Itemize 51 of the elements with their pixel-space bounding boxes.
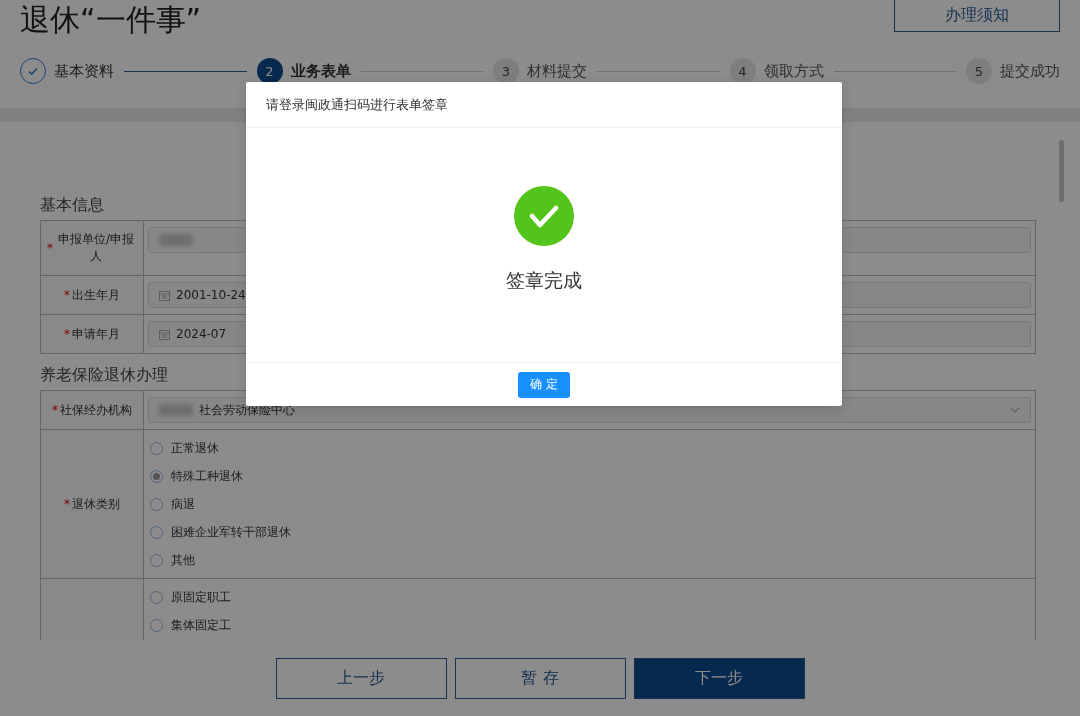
footer-button[interactable]: 上一步 [275, 657, 447, 699]
step-number: 2 [256, 58, 283, 84]
radio-button[interactable] [150, 618, 163, 632]
step-label: 材料提交 [527, 61, 587, 81]
field-label: 申请年月 [72, 325, 120, 343]
step-number: 3 [493, 58, 519, 84]
notice-button[interactable]: 办理须知 [894, 0, 1060, 32]
section-title: 基本信息 [40, 194, 104, 216]
chevron-down-icon [1010, 407, 1020, 413]
radio-button[interactable] [150, 525, 163, 539]
success-message: 签章完成 [506, 268, 582, 293]
required-marker: * [64, 288, 70, 302]
redacted-block [159, 234, 193, 246]
radio-button[interactable] [150, 553, 163, 567]
radio-button[interactable] [150, 497, 163, 511]
required-marker: * [64, 327, 70, 341]
required-marker: * [52, 403, 58, 417]
radio-label: 集体固定工 [171, 616, 231, 634]
radio-label: 原固定职工 [171, 588, 231, 606]
required-marker: * [47, 241, 53, 255]
radio-button[interactable] [150, 469, 163, 483]
required-marker: * [64, 497, 70, 511]
calendar-icon [159, 289, 170, 301]
success-check-icon [514, 186, 574, 246]
radio-label: 正常退休 [171, 439, 219, 457]
step-label: 提交成功 [1000, 61, 1060, 81]
modal-title: 请登录闽政通扫码进行表单签章 [266, 95, 448, 114]
field-label: 出生年月 [72, 286, 120, 304]
field-label: 申报单位/申报人 [56, 231, 135, 265]
footer-button[interactable]: 下一步 [633, 657, 805, 699]
field-label: 退休类别 [72, 495, 120, 513]
redacted-block [159, 404, 193, 416]
radio-label: 困难企业军转干部退休 [171, 523, 291, 541]
confirm-button[interactable]: 确 定 [518, 371, 570, 398]
calendar-icon [159, 328, 170, 340]
radio-button[interactable] [150, 590, 163, 604]
section-title: 养老保险退休办理 [40, 364, 168, 386]
radio-button[interactable] [150, 441, 163, 455]
footer-button[interactable]: 暂 存 [454, 657, 626, 699]
page-title: 退休“一件事” [20, 1, 202, 39]
field-label: 社保经办机构 [60, 401, 132, 419]
radio-label: 特殊工种退休 [171, 467, 243, 485]
step-label: 业务表单 [290, 61, 351, 81]
step-number: 4 [729, 58, 756, 84]
step-label: 基本资料 [54, 61, 114, 81]
radio-label: 其他 [171, 551, 195, 569]
radio-label: 病退 [171, 495, 195, 513]
step-label: 领取方式 [763, 61, 824, 81]
check-icon [27, 65, 39, 77]
scrollbar[interactable] [1059, 140, 1064, 202]
step-number: 5 [966, 58, 992, 84]
